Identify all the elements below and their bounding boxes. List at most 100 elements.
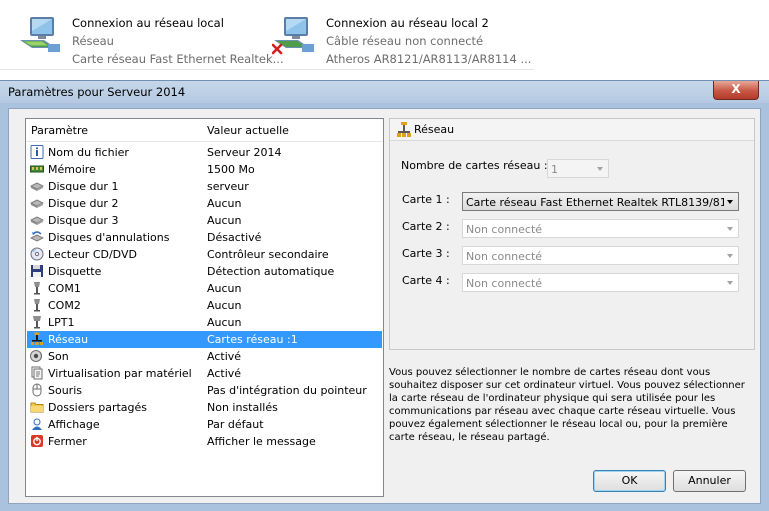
network-adapter-icon xyxy=(18,16,62,56)
settings-row[interactable]: Son Activé xyxy=(27,348,382,365)
floppy-icon xyxy=(30,264,44,278)
lpt-port-icon xyxy=(30,315,44,329)
settings-list[interactable]: Paramètre Valeur actuelle Nom du fichier… xyxy=(25,118,384,497)
settings-row-label: Dossiers partagés xyxy=(48,401,148,414)
com-port-icon xyxy=(30,298,44,312)
card-4-select[interactable]: Non connecté xyxy=(462,273,739,292)
chevron-down-icon xyxy=(727,227,733,231)
settings-row-value: Serveur 2014 xyxy=(207,146,282,159)
card-2-select[interactable]: Non connecté xyxy=(462,219,739,238)
settings-row-value: Aucun xyxy=(207,197,242,210)
connection-status: Câble réseau non connecté xyxy=(326,34,484,48)
mouse-icon xyxy=(30,383,44,397)
card-3-value: Non connecté xyxy=(466,250,543,263)
settings-row-label: Mémoire xyxy=(48,163,96,176)
settings-row[interactable]: Disque dur 2 Aucun xyxy=(27,195,382,212)
settings-row[interactable]: Virtualisation par matériel Activé xyxy=(27,365,382,382)
settings-row[interactable]: Dossiers partagés Non installés xyxy=(27,399,382,416)
column-header-parameter[interactable]: Paramètre xyxy=(31,124,88,137)
settings-row[interactable]: Fermer Afficher le message xyxy=(27,433,382,450)
card-4-label: Carte 4 : xyxy=(402,274,450,287)
settings-row-label: Affichage xyxy=(48,418,100,431)
settings-row-value: Pas d'intégration du pointeur xyxy=(207,384,367,397)
settings-row[interactable]: Mémoire 1500 Mo xyxy=(27,161,382,178)
settings-row[interactable]: Réseau Cartes réseau :1 xyxy=(27,331,382,348)
memory-icon xyxy=(30,162,44,176)
card-1-value: Carte réseau Fast Ethernet Realtek RTL81… xyxy=(466,196,724,209)
network-connections-strip: Connexion au réseau local Réseau Carte r… xyxy=(0,0,534,70)
settings-row-value: Désactivé xyxy=(207,231,262,244)
card-1-select[interactable]: Carte réseau Fast Ethernet Realtek RTL81… xyxy=(462,192,739,211)
network-panel: Réseau Nombre de cartes réseau : 1 Carte… xyxy=(389,118,755,350)
settings-row-label: COM1 xyxy=(48,282,81,295)
network-adapter-disconnected-icon xyxy=(271,16,316,56)
network-icon xyxy=(396,122,412,138)
connection-name: Connexion au réseau local 2 xyxy=(326,16,489,30)
settings-row[interactable]: Affichage Par défaut xyxy=(27,416,382,433)
settings-row[interactable]: Souris Pas d'intégration du pointeur xyxy=(27,382,382,399)
cancel-button[interactable]: Annuler xyxy=(673,470,746,492)
cd-dvd-icon xyxy=(30,247,44,261)
settings-row-label: Virtualisation par matériel xyxy=(48,367,192,380)
settings-row-value: Cartes réseau :1 xyxy=(207,333,298,346)
settings-row[interactable]: COM2 Aucun xyxy=(27,297,382,314)
settings-row-value: Aucun xyxy=(207,282,242,295)
settings-row-value: Afficher le message xyxy=(207,435,316,448)
panel-header: Réseau xyxy=(390,119,754,141)
settings-row[interactable]: COM1 Aucun xyxy=(27,280,382,297)
settings-row-label: Nom du fichier xyxy=(48,146,129,159)
settings-row[interactable]: Disques d'annulations Désactivé xyxy=(27,229,382,246)
settings-row-value: Non installés xyxy=(207,401,278,414)
settings-row-label: Souris xyxy=(48,384,82,397)
connection-local-network-2[interactable]: Connexion au réseau local 2 Câble réseau… xyxy=(271,14,532,66)
settings-row-value: Aucun xyxy=(207,316,242,329)
network-icon xyxy=(30,332,44,346)
info-icon xyxy=(30,145,44,159)
connection-adapter: Atheros AR8121/AR8113/AR8114 ... xyxy=(326,52,532,66)
settings-dialog: Paramètres pour Serveur 2014 X Paramètre… xyxy=(0,80,769,511)
settings-row-label: Fermer xyxy=(48,435,87,448)
settings-row[interactable]: Nom du fichier Serveur 2014 xyxy=(27,144,382,161)
dialog-client: Paramètre Valeur actuelle Nom du fichier… xyxy=(8,108,761,504)
settings-row-label: Lecteur CD/DVD xyxy=(48,248,137,261)
close-icon: X xyxy=(731,82,741,96)
settings-row-label: Disquette xyxy=(48,265,102,278)
settings-row[interactable]: Disque dur 1 serveur xyxy=(27,178,382,195)
card-count-label: Nombre de cartes réseau : xyxy=(401,159,548,172)
display-icon xyxy=(30,417,44,431)
chevron-down-icon xyxy=(727,200,733,204)
ok-button[interactable]: OK xyxy=(593,470,666,492)
settings-row-value: Détection automatique xyxy=(207,265,335,278)
settings-row-value: 1500 Mo xyxy=(207,163,255,176)
card-count-value: 1 xyxy=(551,163,558,176)
hard-disk-icon xyxy=(30,196,44,210)
connection-local-network[interactable]: Connexion au réseau local Réseau Carte r… xyxy=(18,14,284,66)
cancel-label: Annuler xyxy=(688,474,731,487)
settings-row-value: Contrôleur secondaire xyxy=(207,248,329,261)
card-3-select[interactable]: Non connecté xyxy=(462,246,739,265)
ok-label: OK xyxy=(621,474,638,487)
dialog-title: Paramètres pour Serveur 2014 xyxy=(8,85,186,99)
chevron-down-icon xyxy=(727,281,733,285)
panel-title: Réseau xyxy=(414,123,455,136)
settings-row-label: LPT1 xyxy=(48,316,75,329)
folder-icon xyxy=(30,400,44,414)
undo-disk-icon xyxy=(30,230,44,244)
connection-status: Réseau xyxy=(72,34,114,48)
settings-row[interactable]: Lecteur CD/DVD Contrôleur secondaire xyxy=(27,246,382,263)
settings-row-label: Son xyxy=(48,350,69,363)
card-2-label: Carte 2 : xyxy=(402,220,450,233)
settings-row[interactable]: Disquette Détection automatique xyxy=(27,263,382,280)
close-button[interactable]: X xyxy=(713,81,759,100)
sound-icon xyxy=(30,349,44,363)
settings-row-label: COM2 xyxy=(48,299,81,312)
settings-row[interactable]: LPT1 Aucun xyxy=(27,314,382,331)
settings-row-label: Disque dur 3 xyxy=(48,214,119,227)
card-count-select[interactable]: 1 xyxy=(547,159,609,178)
card-2-value: Non connecté xyxy=(466,223,543,236)
title-bar[interactable]: Paramètres pour Serveur 2014 X xyxy=(0,81,769,103)
column-header-value[interactable]: Valeur actuelle xyxy=(207,124,289,137)
chevron-down-icon xyxy=(727,254,733,258)
settings-row[interactable]: Disque dur 3 Aucun xyxy=(27,212,382,229)
connection-adapter: Carte réseau Fast Ethernet Realtek... xyxy=(72,52,284,66)
